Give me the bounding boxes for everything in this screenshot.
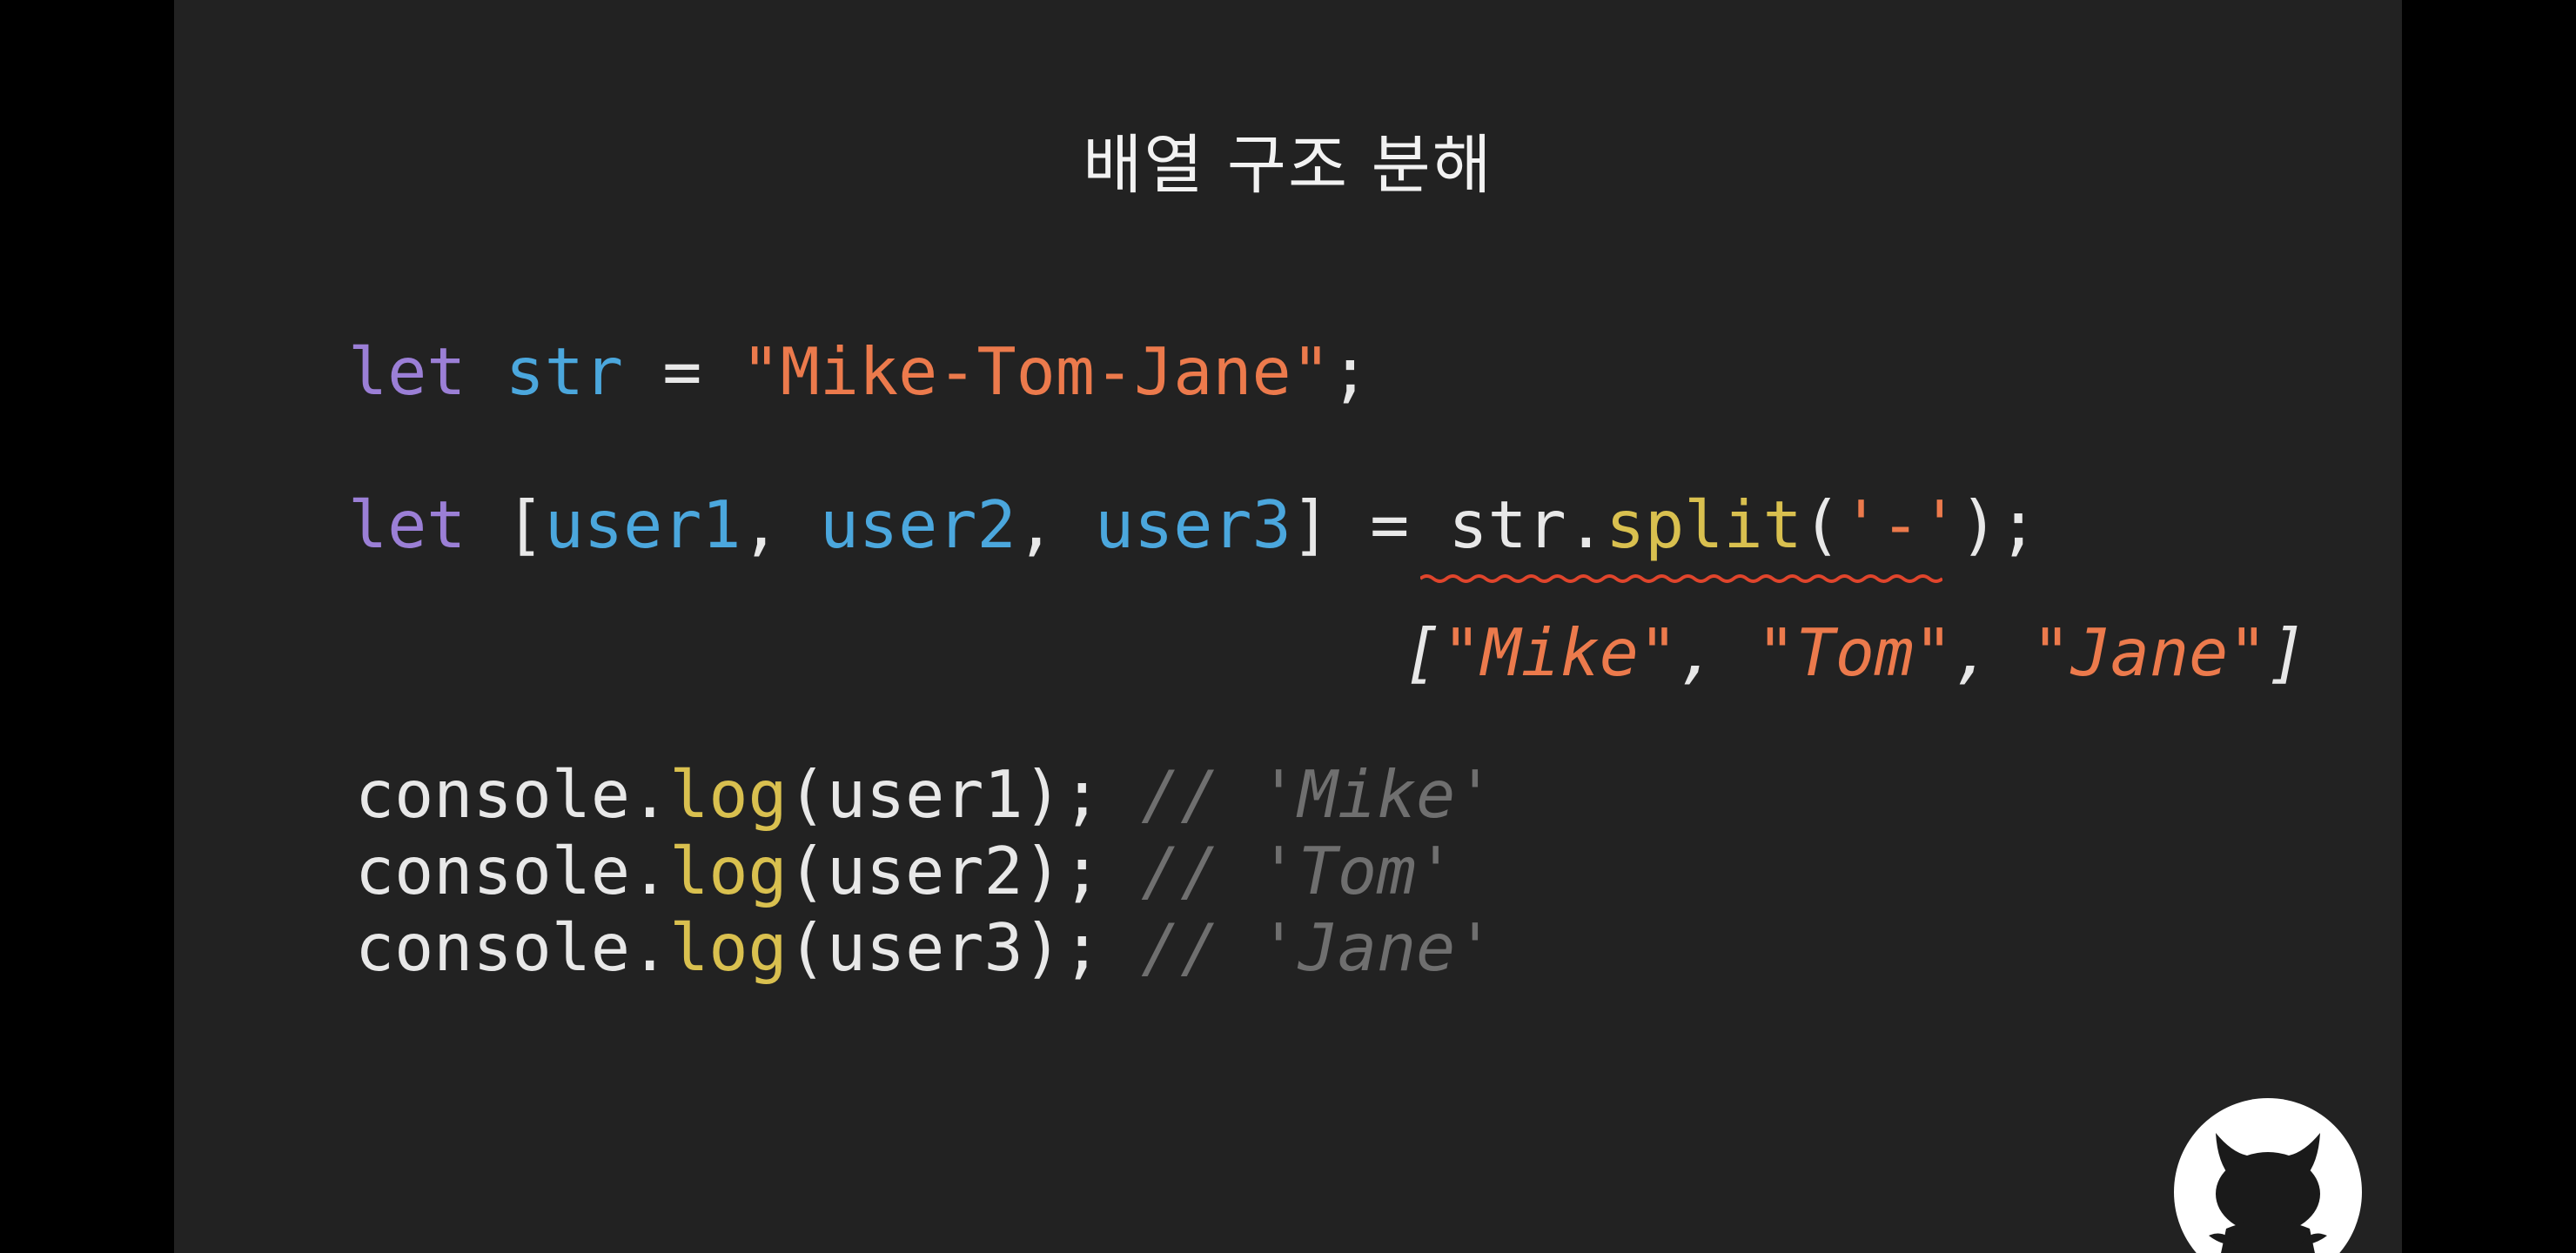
result-item-tom: "Tom" bbox=[1756, 614, 1954, 691]
comment: // 'Mike' bbox=[1141, 756, 1495, 833]
method-split: split bbox=[1606, 486, 1802, 563]
variable-user3: user3 bbox=[1094, 486, 1291, 563]
console-log-line-2: console.log(user2); // 'Tom' bbox=[355, 833, 1456, 909]
string-literal: "Mike-Tom-Jane" bbox=[741, 333, 1331, 410]
operator-assign: = bbox=[1370, 486, 1410, 563]
devil-cat-logo-icon bbox=[2174, 1098, 2362, 1253]
underline-squiggle bbox=[1420, 574, 1942, 583]
split-result: ["Mike", "Tom", "Jane"] bbox=[1403, 614, 2307, 691]
method-log: log bbox=[669, 833, 788, 909]
result-item-jane: "Jane" bbox=[2031, 614, 2268, 691]
variable-user2: user2 bbox=[819, 486, 1016, 563]
bracket-close: ] bbox=[1291, 486, 1331, 563]
comment: // 'Tom' bbox=[1141, 833, 1456, 909]
code-line-2: let [user1, user2, user3] = str.split('-… bbox=[348, 486, 2038, 563]
code-line-1: let str = "Mike-Tom-Jane"; bbox=[348, 339, 1370, 405]
variable-user1: user1 bbox=[544, 486, 741, 563]
slide: 배열 구조 분해 let str = "Mike-Tom-Jane"; let … bbox=[174, 0, 2402, 1253]
result-item-mike: "Mike" bbox=[1442, 614, 1679, 691]
console-log-line-3: console.log(user3); // 'Jane' bbox=[355, 909, 1495, 986]
keyword-let: let bbox=[348, 333, 466, 410]
console-log-line-1: console.log(user1); // 'Mike' bbox=[355, 756, 1495, 833]
bracket-open: [ bbox=[505, 486, 545, 563]
operator-assign: = bbox=[662, 333, 702, 410]
slide-title: 배열 구조 분해 bbox=[1083, 128, 1493, 203]
method-log: log bbox=[669, 756, 788, 833]
method-log: log bbox=[669, 909, 788, 986]
variable-str: str bbox=[505, 333, 624, 410]
keyword-let: let bbox=[348, 486, 466, 563]
comment: // 'Jane' bbox=[1141, 909, 1495, 986]
object-str: str bbox=[1448, 486, 1566, 563]
semicolon: ; bbox=[1330, 333, 1371, 410]
split-argument: '-' bbox=[1841, 486, 1960, 563]
